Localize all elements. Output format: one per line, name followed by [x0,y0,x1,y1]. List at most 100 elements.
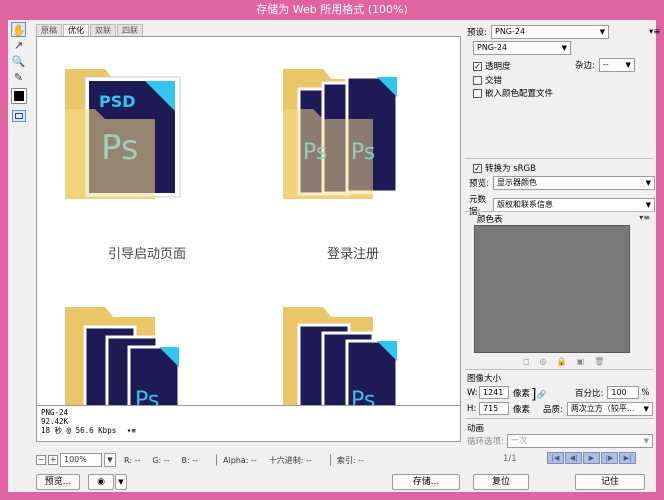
height-row: H: 715 像素 [467,402,530,415]
red-readout: R: -- [124,455,141,465]
matte-select[interactable]: -- ▼ [598,58,635,72]
preview-color-select[interactable]: 显示器颜色 ▼ [493,176,655,190]
constrain-proportions-icon[interactable]: ] 🔗 [531,388,546,402]
info-download-time-text: 18 秒 @ 56.6 Kbps [41,426,117,435]
chevron-down-icon: ▼ [645,179,651,187]
browser-preview-icon[interactable]: ◉ [88,474,114,490]
file-format-select[interactable]: PNG-24 ▼ [473,41,571,55]
chevron-down-icon: ▼ [645,201,651,209]
web-shift-icon[interactable]: ◎ [540,357,547,366]
zoom-level-field[interactable]: 100% [60,453,102,467]
percent-label: 百分比: [575,388,604,399]
tab-2-up[interactable]: 双联 [90,24,116,36]
hand-tool-icon[interactable]: ✋ [11,22,26,37]
width-input[interactable]: 1241 [479,386,509,399]
preview-color-value: 显示器颜色 [497,178,537,187]
lock-color-icon[interactable]: 🔒 [557,357,567,366]
eyedropper-color-swatch[interactable] [11,88,27,104]
map-transparency-icon[interactable]: ◻ [523,357,530,366]
preview-canvas[interactable]: PSD Ps 引导启动页面 Ps Ps 登录注册 [36,36,461,406]
blue-readout: B: -- [181,455,199,465]
browser-dropdown-icon[interactable]: ▼ [115,474,127,490]
zoom-out-icon[interactable]: − [36,455,46,465]
matte-value: -- [602,60,609,69]
eyedropper-tool-icon[interactable]: ✎ [11,70,26,85]
folder-caption: 引导启动页面 [107,247,186,262]
toggle-slice-visibility-icon[interactable] [12,110,26,122]
interlaced-row: 交错 [473,74,502,86]
width-label: W: [467,387,478,398]
zoom-tool-icon[interactable]: 🔍 [11,54,26,69]
transparency-checkbox[interactable]: ✓ [473,61,482,71]
chevron-down-icon: ▼ [599,28,605,36]
percent-row: 百分比: 100 % [575,386,649,399]
color-table-grid[interactable] [474,225,630,353]
remember-button[interactable]: 记住 [575,474,645,490]
width-row: W: 1241 像素 [467,386,530,399]
embed-profile-label: 嵌入颜色配置文件 [485,89,554,99]
color-table-tools: ◻ ◎ 🔒 ▣ 🗑 [523,357,604,366]
preset-select[interactable]: PNG-24 ▼ [491,25,609,39]
transparency-label: 透明度 [485,62,511,72]
transparency-row: ✓ 透明度 [473,60,511,72]
percent-sign: % [641,387,650,398]
interlaced-checkbox[interactable] [473,75,482,85]
matte-row: 杂边: -- ▼ [575,58,635,72]
svg-text:Ps: Ps [135,388,159,406]
quality-select[interactable]: 两次立方（较平... ▼ [566,402,653,416]
status-bar: − + 100% ▼ R: -- G: -- B: -- Alpha: -- 十… [36,452,461,468]
play-icon[interactable]: ▶ [583,452,600,464]
divider [465,418,654,419]
loop-select[interactable]: 一次 ▼ [507,434,653,448]
tab-optimized[interactable]: 优化 [63,24,89,36]
format-row: PNG-24 ▼ [473,41,571,55]
dialog-client: ✋ ↗ 🔍 ✎ 原稿 优化 双联 四联 PSD Ps [8,20,660,492]
preview-button[interactable]: 预览... [36,474,80,490]
previous-frame-icon[interactable]: ◀| [565,452,582,464]
loop-row: 循环选项: 一次 ▼ [467,434,653,448]
image-size-header: 图像大小 [467,372,501,384]
color-table-header: 颜色表 [477,213,503,225]
delete-color-icon[interactable]: 🗑 [594,357,604,366]
height-unit: 像素 [513,404,531,415]
preset-value: PNG-24 [495,27,526,36]
height-label: H: [467,403,477,414]
divider [329,454,331,466]
zoom-dropdown-icon[interactable]: ▼ [104,453,116,467]
convert-srgb-label: 转换为 sRGB [485,164,536,174]
chevron-down-icon: ▼ [643,405,649,413]
percent-input[interactable]: 100 [607,386,640,399]
slice-select-tool-icon[interactable]: ↗ [11,38,26,53]
matte-label: 杂边: [575,61,595,71]
reset-button[interactable]: 复位 [473,474,529,490]
convert-srgb-row: ✓ 转换为 sRGB [473,162,536,174]
tab-original[interactable]: 原稿 [36,24,62,36]
tab-4-up[interactable]: 四联 [117,24,143,36]
animation-controls: |◀ ◀| ▶ |▶ ▶| [547,452,636,464]
file-format-value: PNG-24 [477,43,508,52]
quality-row: 品质: 两次立方（较平... ▼ [543,402,653,416]
save-button[interactable]: 存储... [392,474,460,490]
info-menu-icon[interactable]: ▾≡ [127,426,136,435]
info-download-time: 18 秒 @ 56.6 Kbps ▾≡ [41,426,456,435]
first-frame-icon[interactable]: |◀ [547,452,564,464]
loop-value: 一次 [511,436,527,445]
zoom-in-icon[interactable]: + [48,455,58,465]
height-input[interactable]: 715 [479,402,509,415]
chevron-down-icon: ▼ [643,437,649,445]
ps-stack-folder-icon: Ps [283,307,399,405]
metadata-select[interactable]: 版权和联系信息 ▼ [493,198,655,212]
last-frame-icon[interactable]: ▶| [619,452,636,464]
divider [465,369,654,370]
convert-srgb-checkbox[interactable]: ✓ [473,163,482,173]
green-readout: G: -- [152,455,170,465]
toolbox: ✋ ↗ 🔍 ✎ [8,20,30,130]
width-unit: 像素 [513,388,531,399]
panel-menu-icon[interactable]: ▾≡ [649,27,660,37]
window-title: 存储为 Web 所用格式 (100%) [256,3,408,16]
new-color-icon[interactable]: ▣ [577,357,585,366]
info-format: PNG-24 [41,408,69,417]
embed-profile-checkbox[interactable] [473,88,482,98]
color-table-menu-icon[interactable]: ▾≡ [639,213,650,222]
next-frame-icon[interactable]: |▶ [601,452,618,464]
